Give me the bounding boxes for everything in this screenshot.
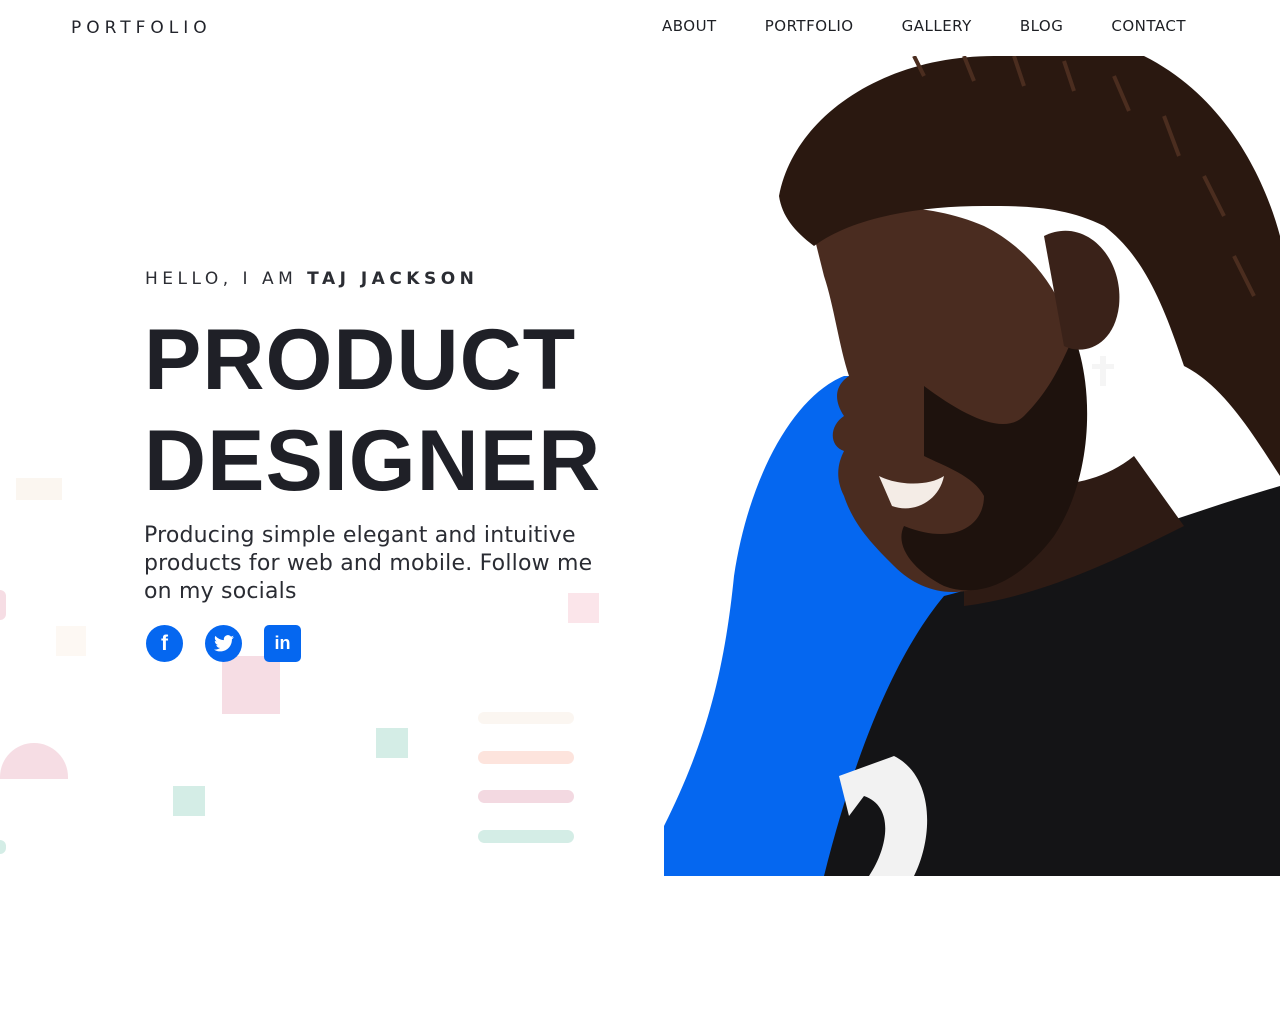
nav-portfolio[interactable]: PORTFOLIO — [765, 17, 854, 35]
deco-square — [222, 656, 280, 714]
main-nav: ABOUT PORTFOLIO GALLERY BLOG CONTACT — [662, 17, 1186, 35]
linkedin-link[interactable]: in — [264, 625, 301, 662]
social-links: f in — [146, 625, 301, 662]
deco-square — [56, 626, 86, 656]
hero-description: Producing simple elegant and intuitive p… — [144, 523, 593, 604]
twitter-link[interactable] — [205, 625, 242, 662]
twitter-icon — [213, 635, 234, 652]
deco-bar — [478, 790, 574, 803]
linkedin-icon: in — [274, 633, 291, 653]
site-logo[interactable]: PORTFOLIO — [71, 18, 212, 38]
deco-half-circle — [0, 743, 68, 779]
portrait-illustration — [664, 55, 1280, 876]
deco-half-circle — [0, 840, 6, 854]
facebook-icon: f — [161, 631, 168, 655]
deco-square — [16, 478, 62, 500]
deco-bar — [478, 830, 574, 843]
deco-bar — [478, 751, 574, 764]
hero-title: PRODUCT DESIGNER — [144, 310, 601, 512]
deco-half-circle — [0, 590, 6, 620]
nav-blog[interactable]: BLOG — [1020, 17, 1064, 35]
hero-name: TAJ JACKSON — [307, 269, 479, 289]
nav-gallery[interactable]: GALLERY — [902, 17, 972, 35]
deco-square — [376, 728, 408, 758]
earring-cross-vertical — [1100, 356, 1106, 386]
greeting-prefix: HELLO, I AM — [145, 269, 308, 289]
earring-cross-horizontal — [1092, 364, 1114, 369]
hero-title-line-2: DESIGNER — [144, 413, 602, 509]
nav-about[interactable]: ABOUT — [662, 17, 717, 35]
deco-square — [173, 786, 205, 816]
hero-greeting: HELLO, I AM TAJ JACKSON — [145, 269, 478, 289]
deco-bar — [478, 712, 574, 724]
hero-portrait — [664, 55, 1280, 876]
hero-title-line-1: PRODUCT — [144, 312, 577, 408]
facebook-link[interactable]: f — [146, 625, 183, 662]
nav-contact[interactable]: CONTACT — [1111, 17, 1186, 35]
